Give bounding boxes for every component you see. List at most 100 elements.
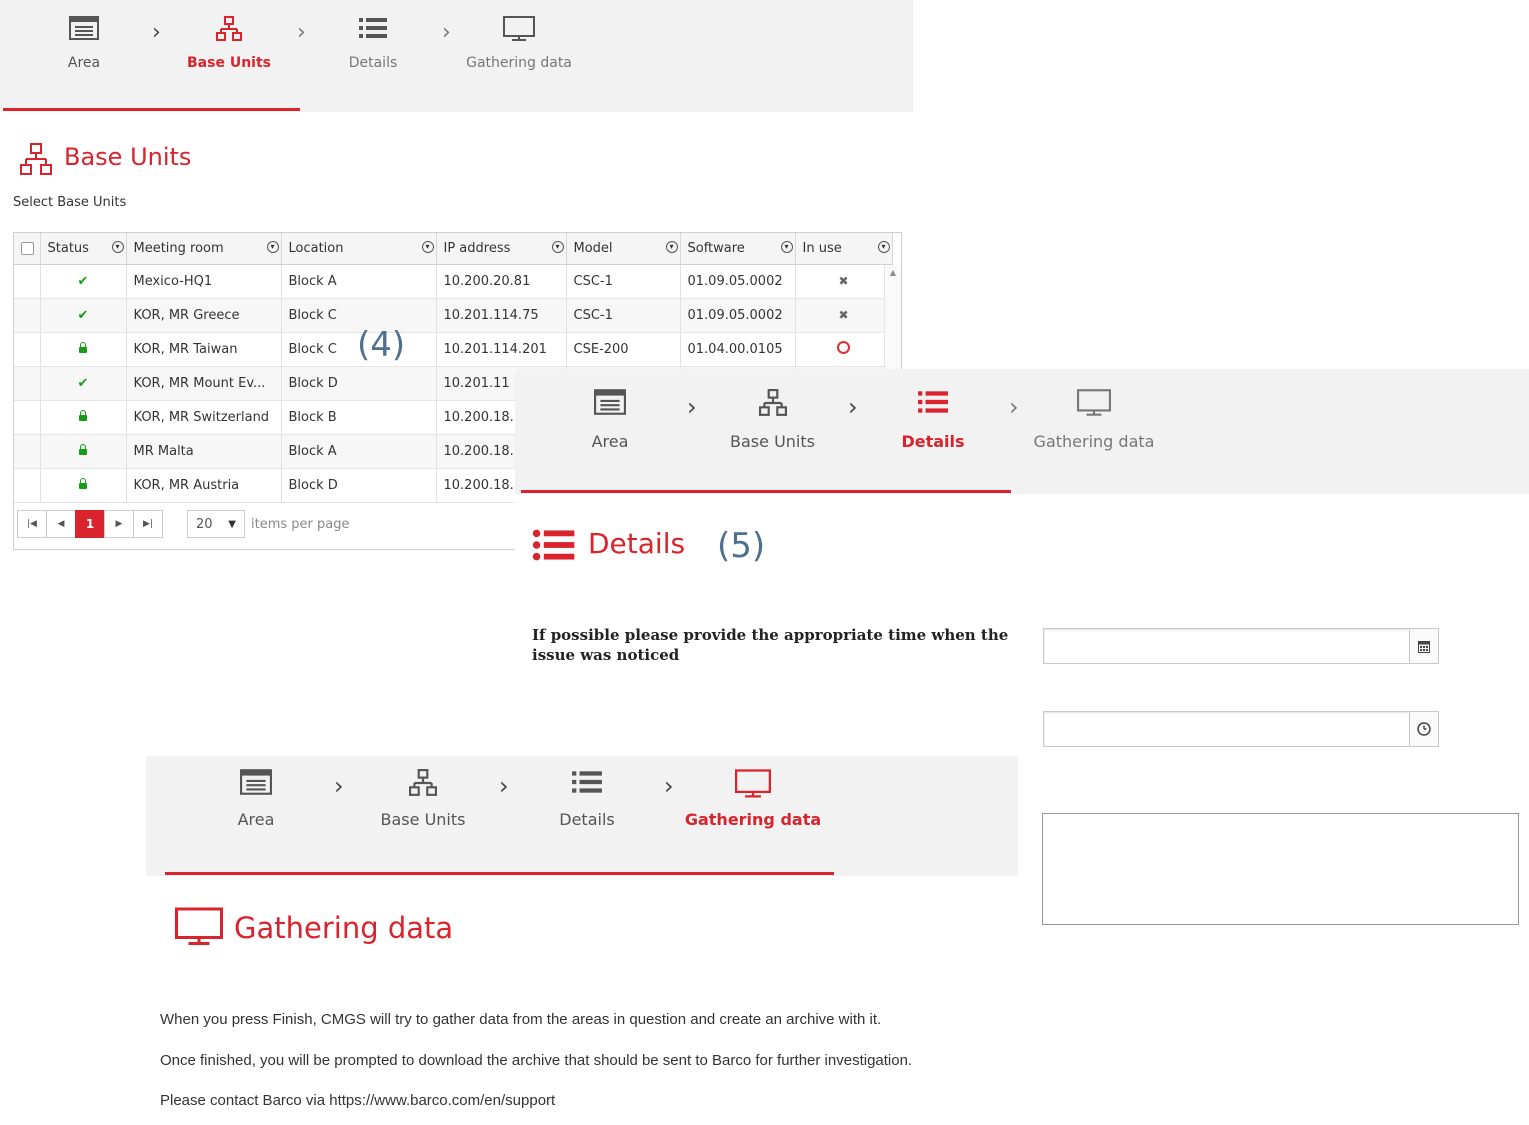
row-select-cell[interactable] — [14, 298, 41, 333]
annotation-4: (4) — [357, 325, 406, 365]
step-area-label: Area — [67, 55, 101, 71]
in-use-ring-icon — [837, 341, 850, 354]
step-gathering-data-label: Gathering data — [684, 810, 822, 829]
info-line-1: When you press Finish, CMGS will try to … — [160, 1011, 882, 1028]
info-line-3: Please contact Barco via https://www.bar… — [160, 1092, 556, 1109]
column-header[interactable]: Status ▾ — [40, 233, 127, 265]
software-cell: 01.09.05.0002 — [680, 264, 796, 299]
list-icon — [572, 771, 602, 793]
table-row[interactable]: KOR, MR Taiwan Block C 10.201.114.201 CSE-2… — [14, 332, 893, 367]
software-cell: 01.04.00.0105 — [680, 332, 796, 367]
list-window-icon — [69, 16, 99, 40]
network-icon — [758, 389, 787, 416]
step-gathering-data-label: Gathering data — [1033, 432, 1155, 451]
active-step-underline — [165, 872, 834, 875]
step-gathering-data[interactable]: Gathering data — [683, 769, 823, 829]
comment-textarea[interactable] — [1042, 813, 1519, 925]
step-area[interactable]: Area — [44, 16, 124, 71]
monitor-icon — [735, 769, 771, 798]
pager: |◀ ◀ 1 ▶ ▶| 20 ▼ items per page — [17, 509, 349, 539]
step-gathering-data[interactable]: Gathering data — [458, 16, 580, 71]
step-base-units-label: Base Units — [380, 810, 466, 829]
check-icon: ✔ — [77, 376, 89, 391]
calendar-button[interactable] — [1409, 629, 1438, 663]
column-header[interactable]: In use ▾ — [795, 233, 893, 265]
page-title: Details — [588, 527, 686, 560]
column-header[interactable]: Model ▾ — [566, 233, 681, 265]
step-area[interactable]: Area — [570, 389, 650, 451]
network-icon — [216, 16, 242, 41]
column-header[interactable]: Meeting room ▾ — [126, 233, 282, 265]
step-details[interactable]: Details — [333, 16, 413, 71]
step-gathering-data[interactable]: Gathering data — [1028, 389, 1160, 451]
filter-icon[interactable]: ▾ — [665, 241, 678, 253]
clock-icon — [1417, 722, 1431, 736]
check-icon: ✔ — [77, 308, 89, 323]
step-details-label: Details — [348, 55, 398, 71]
filter-icon[interactable]: ▾ — [111, 241, 124, 253]
table-row[interactable]: ✔ KOR, MR Greece Block C 10.201.114.75 CSC-1… — [14, 298, 893, 333]
step-details[interactable]: Details — [893, 389, 973, 451]
step-base-units[interactable]: Base Units — [720, 389, 825, 451]
current-page-button[interactable]: 1 — [75, 510, 105, 538]
info-line-2: Once finished, you will be prompted to d… — [160, 1052, 913, 1069]
column-header[interactable]: IP address ▾ — [436, 233, 567, 265]
chevron-right-icon: › — [297, 20, 306, 45]
prev-page-button[interactable]: ◀ — [46, 510, 76, 538]
filter-icon[interactable]: ▾ — [780, 241, 793, 253]
filter-icon[interactable]: ▾ — [421, 241, 434, 253]
filter-icon[interactable]: ▾ — [551, 241, 564, 253]
chevron-right-icon: › — [152, 20, 161, 45]
row-select-cell[interactable] — [14, 434, 41, 469]
step-base-units[interactable]: Base Units — [369, 769, 477, 829]
network-icon — [20, 143, 52, 175]
location-cell: Block B — [281, 400, 437, 435]
status-cell: ✔ — [40, 264, 127, 299]
clock-button[interactable] — [1409, 712, 1438, 746]
software-cell: 01.09.05.0002 — [680, 298, 796, 333]
scroll-up-arrow-icon[interactable]: ▲ — [885, 268, 901, 277]
monitor-icon — [1077, 389, 1111, 416]
row-select-cell[interactable] — [14, 264, 41, 299]
status-cell — [40, 468, 127, 503]
step-details[interactable]: Details — [547, 769, 627, 829]
next-page-button[interactable]: ▶ — [104, 510, 134, 538]
dropdown-arrow-icon: ▼ — [228, 518, 236, 530]
table-row[interactable]: ✔ Mexico-HQ1 Block A 10.200.20.81 CSC-1 01.09… — [14, 264, 893, 299]
chevron-right-icon: › — [848, 393, 858, 421]
list-icon — [532, 529, 575, 561]
time-field[interactable] — [1043, 711, 1439, 747]
filter-icon[interactable]: ▾ — [266, 241, 279, 253]
location-cell: Block D — [281, 468, 437, 503]
monitor-icon — [503, 16, 535, 41]
ip-cell: 10.201.114.75 — [436, 298, 567, 333]
last-page-button[interactable]: ▶| — [133, 510, 163, 538]
first-page-button[interactable]: |◀ — [17, 510, 47, 538]
model-cell: CSE-200 — [566, 332, 681, 367]
step-details-label: Details — [559, 810, 615, 829]
chevron-right-icon: › — [334, 772, 344, 800]
room-cell: KOR, MR Switzerland — [126, 400, 282, 435]
wizard-bar: Area › Base Units › Details › Gathering … — [146, 756, 1018, 876]
lock-icon — [79, 444, 87, 455]
in-use-cell — [795, 332, 893, 367]
select-all-checkbox[interactable] — [21, 242, 34, 255]
column-header[interactable]: Software ▾ — [680, 233, 796, 265]
date-field[interactable] — [1043, 628, 1439, 664]
chevron-right-icon: › — [1009, 393, 1019, 421]
step-base-units[interactable]: Base Units — [179, 16, 279, 71]
row-select-cell[interactable] — [14, 468, 41, 503]
column-header[interactable]: Location ▾ — [281, 233, 437, 265]
step-area-label: Area — [591, 432, 629, 451]
row-select-cell[interactable] — [14, 400, 41, 435]
step-area[interactable]: Area — [216, 769, 296, 829]
room-cell: MR Malta — [126, 434, 282, 469]
room-cell: Mexico-HQ1 — [126, 264, 282, 299]
wizard-bar: Area › Base Units › Details › Gathering … — [0, 0, 913, 112]
row-select-cell[interactable] — [14, 366, 41, 401]
page-size-select[interactable]: 20 ▼ — [187, 510, 245, 538]
time-question-label: If possible please provide the appropria… — [532, 626, 1009, 664]
page-title: Base Units — [64, 143, 192, 171]
row-select-cell[interactable] — [14, 332, 41, 367]
filter-icon[interactable]: ▾ — [877, 241, 890, 253]
